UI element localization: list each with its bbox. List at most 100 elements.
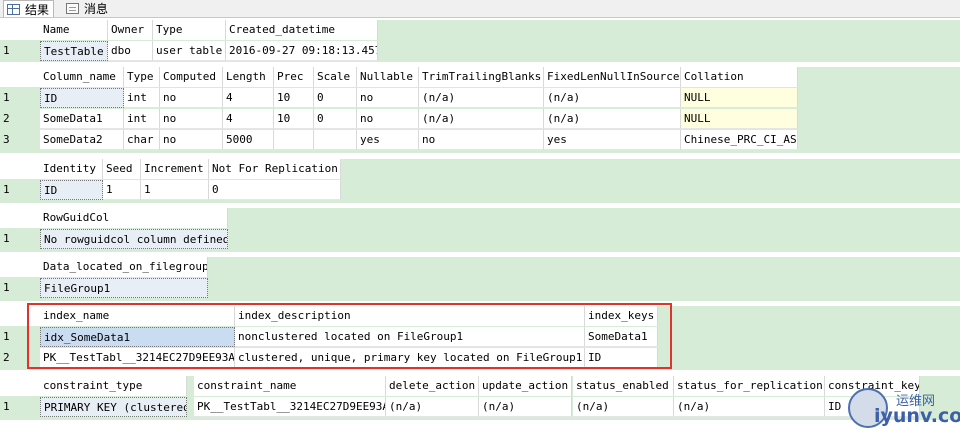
grid-cell[interactable]: 0 — [209, 180, 341, 200]
grid-corner[interactable] — [0, 159, 40, 179]
grid-cell[interactable]: (n/a) — [674, 397, 825, 417]
grid-cell[interactable]: SomeData2 — [40, 130, 124, 150]
tab-results-label: 结果 — [25, 2, 50, 17]
grid-cell[interactable]: 0 — [314, 109, 357, 129]
column-header[interactable]: Data_located_on_filegroup — [40, 257, 208, 277]
grid-cell[interactable] — [274, 130, 314, 150]
grid-corner[interactable] — [0, 376, 40, 396]
result-grid-1: Name Owner Type Created_datetime 1 TestTable d… — [0, 20, 960, 62]
row-number[interactable]: 2 — [0, 109, 40, 129]
grid-cell[interactable]: no — [357, 109, 419, 129]
column-header[interactable]: Prec — [274, 67, 314, 87]
column-header[interactable]: update_action — [479, 376, 572, 396]
column-header[interactable]: Collation — [681, 67, 798, 87]
grid-cell[interactable]: Chinese_PRC_CI_AS — [681, 130, 798, 150]
grid-cell[interactable]: SomeData1 — [40, 109, 124, 129]
grid-cell[interactable]: (n/a) — [419, 109, 544, 129]
grid-corner[interactable] — [0, 20, 40, 40]
column-header[interactable]: Scale — [314, 67, 357, 87]
column-header[interactable]: Type — [124, 67, 160, 87]
grid-cell[interactable]: int — [124, 88, 160, 108]
column-header[interactable]: Column_name — [40, 67, 124, 87]
grid-cell[interactable]: No rowguidcol column defined. — [40, 229, 228, 249]
grid-cell[interactable]: no — [160, 88, 223, 108]
column-header[interactable]: Created_datetime — [226, 20, 378, 40]
grid-cell[interactable]: char — [124, 130, 160, 150]
column-header[interactable]: Identity — [40, 159, 103, 179]
grid-cell[interactable]: (n/a) — [386, 397, 479, 417]
column-header[interactable]: delete_action — [386, 376, 479, 396]
column-header[interactable]: Not For Replication — [209, 159, 341, 179]
column-header[interactable]: Seed — [103, 159, 141, 179]
column-header[interactable]: FixedLenNullInSource — [544, 67, 681, 87]
column-header[interactable]: Type — [153, 20, 226, 40]
grid-cell[interactable]: (n/a) — [573, 397, 674, 417]
column-header[interactable]: Nullable — [357, 67, 419, 87]
grid-cell[interactable]: FileGroup1 — [40, 278, 208, 298]
row-number[interactable]: 1 — [0, 229, 40, 249]
row-number[interactable]: 3 — [0, 130, 40, 150]
grid-cell[interactable]: (n/a) — [479, 397, 572, 417]
column-header[interactable]: Length — [223, 67, 274, 87]
result-grid-3: Identity Seed Increment Not For Replication… — [0, 159, 960, 203]
grid-cell[interactable]: no — [419, 130, 544, 150]
grid-cell[interactable]: (n/a) — [544, 109, 681, 129]
grid-cell[interactable]: (n/a) — [419, 88, 544, 108]
grid-cell[interactable]: 4 — [223, 109, 274, 129]
row-number[interactable]: 1 — [0, 397, 40, 417]
result-grid-2: Column_name Type Computed Length Prec Scale Nu… — [0, 67, 960, 153]
grid-cell[interactable]: PRIMARY KEY (clustered) — [40, 397, 187, 417]
grid-cell[interactable]: 1 — [103, 180, 141, 200]
grid-cell[interactable]: (n/a) — [544, 88, 681, 108]
grid-cell[interactable]: 10 — [274, 109, 314, 129]
grid-cell[interactable]: TestTable — [40, 41, 108, 61]
grid-cell[interactable]: dbo — [108, 41, 153, 61]
grid-cell[interactable]: NULL — [681, 109, 798, 129]
grid-cell[interactable]: yes — [544, 130, 681, 150]
result-grid-7: constraint_type constraint_name delete_act… — [0, 376, 960, 420]
column-header[interactable]: Computed — [160, 67, 223, 87]
grid-cell[interactable] — [314, 130, 357, 150]
tab-messages[interactable]: 消息 — [62, 0, 112, 16]
tab-results[interactable]: 结果 — [3, 0, 55, 17]
tab-messages-label: 消息 — [84, 1, 109, 16]
column-header[interactable]: Owner — [108, 20, 153, 40]
column-header[interactable]: status_for_replication — [674, 376, 825, 396]
grid-corner[interactable] — [0, 67, 40, 87]
column-header[interactable]: constraint_type — [40, 376, 187, 396]
row-number[interactable]: 1 — [0, 180, 40, 200]
watermark-brand-en: iyunv.com — [874, 405, 960, 427]
row-number[interactable]: 1 — [0, 88, 40, 108]
grid-cell[interactable]: no — [160, 130, 223, 150]
column-header[interactable]: Increment — [141, 159, 209, 179]
grid-cell[interactable]: ID — [40, 88, 124, 108]
grid-cell[interactable]: 2016-09-27 09:18:13.457 — [226, 41, 378, 61]
column-header[interactable]: Name — [40, 20, 108, 40]
grid-cell[interactable]: int — [124, 109, 160, 129]
grid-cell[interactable]: 0 — [314, 88, 357, 108]
grid-cell[interactable]: 4 — [223, 88, 274, 108]
grid-corner[interactable] — [0, 257, 40, 277]
watermark-logo: 运维网 iyunv.com — [848, 388, 960, 428]
column-header[interactable]: status_enabled — [573, 376, 674, 396]
grid-cell[interactable]: yes — [357, 130, 419, 150]
column-header[interactable]: TrimTrailingBlanks — [419, 67, 544, 87]
grid-cell[interactable]: ID — [40, 180, 103, 200]
grid-corner[interactable] — [0, 208, 40, 228]
grid-cell[interactable]: no — [160, 109, 223, 129]
grid-cell[interactable]: no — [357, 88, 419, 108]
row-number[interactable]: 1 — [0, 278, 40, 298]
results-tab-strip: 结果 消息 — [0, 0, 960, 18]
messages-icon — [66, 2, 79, 14]
grid-cell[interactable]: 1 — [141, 180, 209, 200]
grid-cell[interactable]: 5000 — [223, 130, 274, 150]
grid-cell[interactable]: NULL — [681, 88, 798, 108]
result-grid-5: Data_located_on_filegroup 1 FileGroup1 — [0, 257, 960, 301]
column-header[interactable]: RowGuidCol — [40, 208, 228, 228]
grid-cell[interactable]: user table — [153, 41, 226, 61]
grid-cell[interactable]: PK__TestTabl__3214EC27D9EE93A9 — [194, 397, 386, 417]
result-grid-4: RowGuidCol 1 No rowguidcol column defined. — [0, 208, 960, 252]
column-header[interactable]: constraint_name — [194, 376, 386, 396]
grid-cell[interactable]: 10 — [274, 88, 314, 108]
row-number[interactable]: 1 — [0, 41, 40, 61]
